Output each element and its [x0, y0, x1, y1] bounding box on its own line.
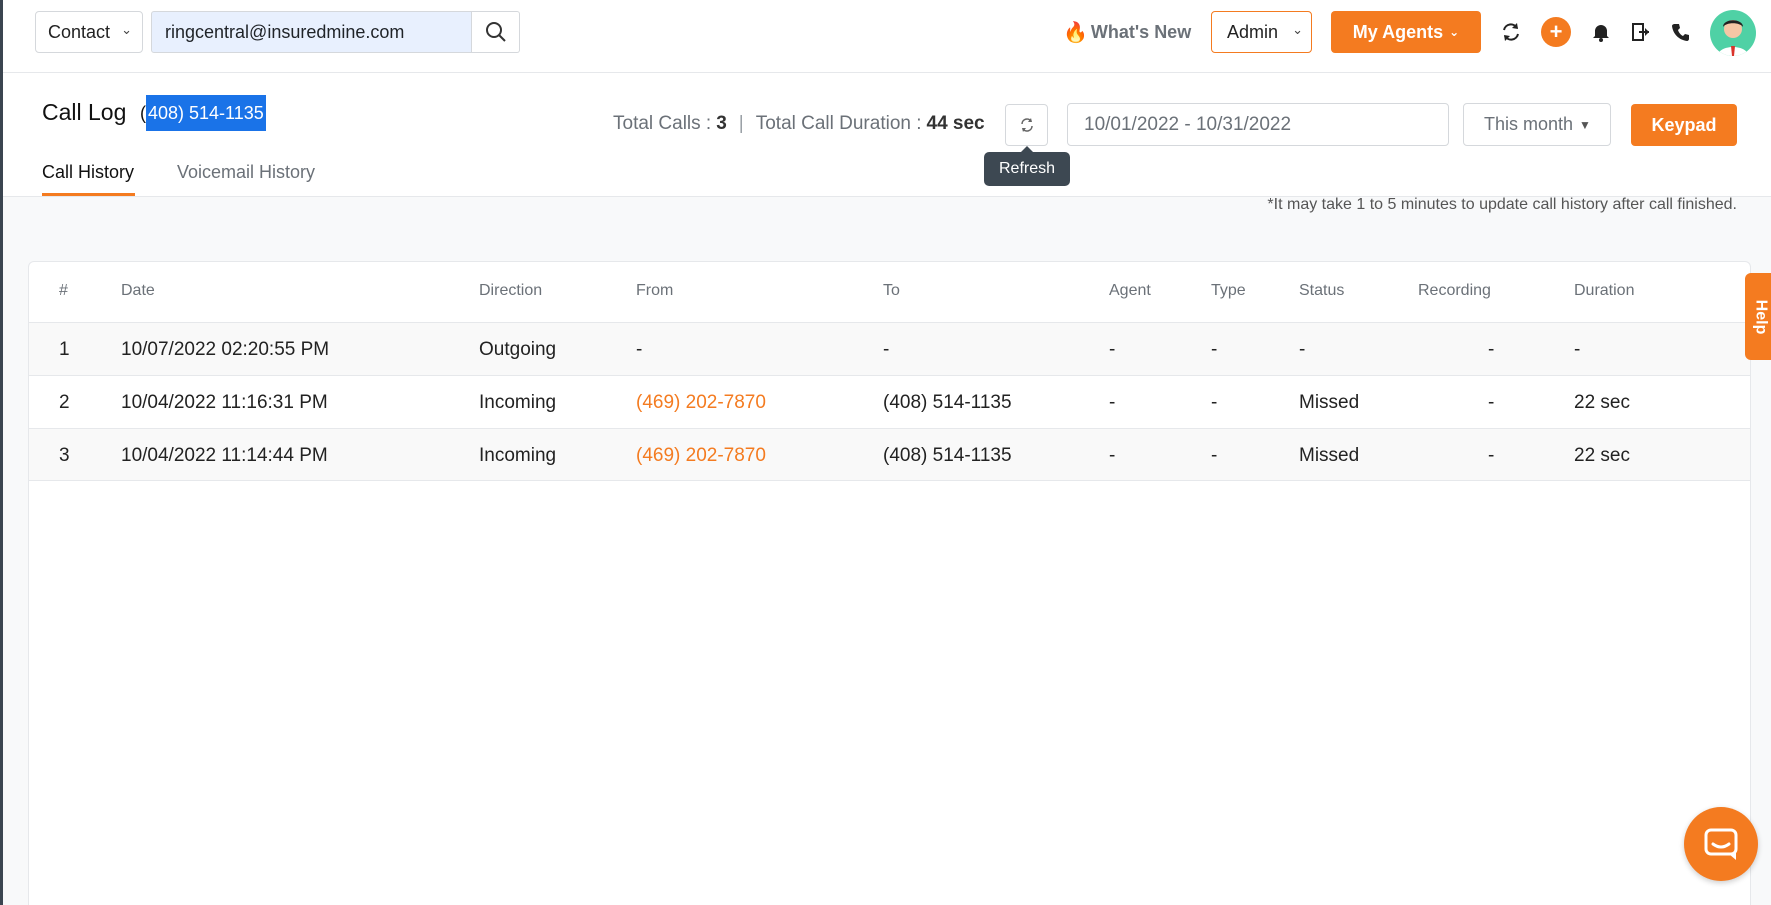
search-button[interactable]	[472, 11, 520, 53]
refresh-icon	[1020, 118, 1033, 132]
tab-call-history[interactable]: Call History	[42, 162, 135, 196]
tab-voicemail-history[interactable]: Voicemail History	[177, 162, 315, 196]
column-header-type: Type	[1211, 282, 1246, 299]
whats-new-label: What's New	[1090, 21, 1192, 42]
app-root: Contact ⌄ 🔥 What's New Admin ⌄ My Agents…	[0, 0, 1771, 905]
cell-agent: -	[1109, 445, 1116, 466]
column-header-number: #	[59, 282, 68, 299]
column-header-from: From	[636, 282, 674, 299]
cell-agent: -	[1109, 339, 1116, 360]
phone-icon[interactable]	[1667, 18, 1695, 46]
page-title-phone: ( 408) 514-1135	[140, 95, 266, 131]
call-history-table: # Date Direction From To Agent Type Stat…	[28, 261, 1751, 905]
column-header-date: Date	[121, 282, 155, 299]
cell-duration: 22 sec	[1574, 445, 1630, 466]
update-note: *It may take 1 to 5 minutes to update ca…	[1267, 196, 1737, 213]
refresh-tooltip: Refresh	[984, 146, 1070, 186]
cell-type: -	[1211, 445, 1218, 466]
cell-direction: Incoming	[479, 392, 557, 413]
contact-select-label: Contact	[48, 21, 111, 42]
cell-type: -	[1211, 392, 1218, 413]
total-duration-value: 44 sec	[926, 113, 985, 134]
chat-icon	[1704, 828, 1738, 860]
search-input[interactable]	[151, 11, 472, 53]
cell-status: -	[1299, 339, 1306, 360]
sync-icon[interactable]	[1497, 18, 1525, 46]
totals-separator: |	[738, 113, 744, 134]
help-tab-label: Help	[1752, 299, 1770, 334]
logout-icon[interactable]	[1627, 18, 1655, 46]
cell-date: 10/04/2022 11:16:31 PM	[121, 392, 328, 413]
cell-recording: -	[1488, 392, 1495, 413]
whats-new-link[interactable]: 🔥 What's New	[1063, 16, 1191, 48]
cell-number: 2	[59, 392, 70, 413]
help-tab[interactable]: Help	[1745, 273, 1771, 360]
date-range-input[interactable]: 10/01/2022 - 10/31/2022	[1067, 103, 1449, 146]
table-row[interactable]: 1 10/07/2022 02:20:55 PM Outgoing - - - …	[29, 322, 1750, 375]
total-calls-label: Total Calls :	[613, 113, 712, 134]
cell-from-link[interactable]: (469) 202-7870	[636, 392, 766, 414]
cell-direction: Incoming	[479, 445, 557, 466]
search-icon	[485, 22, 506, 42]
cell-from: -	[636, 339, 643, 360]
column-header-status: Status	[1299, 282, 1345, 299]
column-header-duration: Duration	[1574, 282, 1635, 299]
cell-status: Missed	[1299, 445, 1360, 466]
page-title: Call Log	[42, 99, 127, 125]
cell-date: 10/04/2022 11:14:44 PM	[121, 445, 328, 466]
cell-number: 1	[59, 339, 70, 360]
cell-duration: 22 sec	[1574, 392, 1630, 413]
period-select[interactable]: This month ▼	[1463, 103, 1611, 146]
period-select-label: This month	[1484, 114, 1574, 134]
role-select[interactable]: Admin ⌄	[1211, 11, 1312, 53]
chevron-down-icon: ⌄	[1449, 25, 1460, 39]
column-header-agent: Agent	[1109, 282, 1151, 299]
refresh-button[interactable]	[1005, 104, 1048, 146]
selected-phone-text: 408) 514-1135	[146, 95, 266, 131]
caret-down-icon: ▼	[1579, 117, 1591, 132]
table-row[interactable]: 2 10/04/2022 11:16:31 PM Incoming (469) …	[29, 375, 1750, 428]
contact-type-select[interactable]: Contact ⌄	[35, 11, 143, 53]
total-duration-label: Total Call Duration :	[755, 113, 922, 134]
table-row[interactable]: 3 10/04/2022 11:14:44 PM Incoming (469) …	[29, 428, 1750, 481]
add-icon[interactable]: +	[1541, 17, 1571, 47]
call-totals: Total Calls : 3 | Total Call Duration : …	[613, 113, 985, 135]
chevron-down-icon: ⌄	[121, 22, 132, 37]
my-agents-button[interactable]: My Agents ⌄	[1331, 11, 1481, 53]
cell-from-link[interactable]: (469) 202-7870	[636, 445, 766, 467]
column-header-to: To	[883, 282, 900, 299]
table-header: # Date Direction From To Agent Type Stat…	[29, 262, 1750, 322]
column-header-recording: Recording	[1418, 282, 1491, 299]
cell-date: 10/07/2022 02:20:55 PM	[121, 339, 330, 360]
cell-recording: -	[1488, 445, 1495, 466]
cell-to: (408) 514-1135	[883, 445, 1012, 466]
avatar[interactable]	[1710, 10, 1756, 56]
cell-duration: -	[1574, 339, 1581, 360]
cell-type: -	[1211, 339, 1218, 360]
total-calls-value: 3	[716, 113, 727, 134]
cell-number: 3	[59, 445, 70, 466]
role-select-label: Admin	[1227, 21, 1279, 42]
cell-direction: Outgoing	[479, 339, 557, 360]
keypad-button[interactable]: Keypad	[1631, 104, 1737, 146]
top-bar: Contact ⌄ 🔥 What's New Admin ⌄ My Agents…	[3, 0, 1771, 73]
cell-to: (408) 514-1135	[883, 392, 1012, 413]
cell-to: -	[883, 339, 890, 360]
chevron-down-icon: ⌄	[1292, 22, 1303, 37]
chat-launcher-button[interactable]	[1684, 807, 1758, 881]
column-header-direction: Direction	[479, 282, 543, 299]
cell-agent: -	[1109, 392, 1116, 413]
bell-icon[interactable]	[1587, 18, 1615, 46]
cell-recording: -	[1488, 339, 1495, 360]
cell-status: Missed	[1299, 392, 1360, 413]
fire-icon: 🔥	[1063, 21, 1088, 44]
my-agents-label: My Agents	[1352, 21, 1444, 42]
